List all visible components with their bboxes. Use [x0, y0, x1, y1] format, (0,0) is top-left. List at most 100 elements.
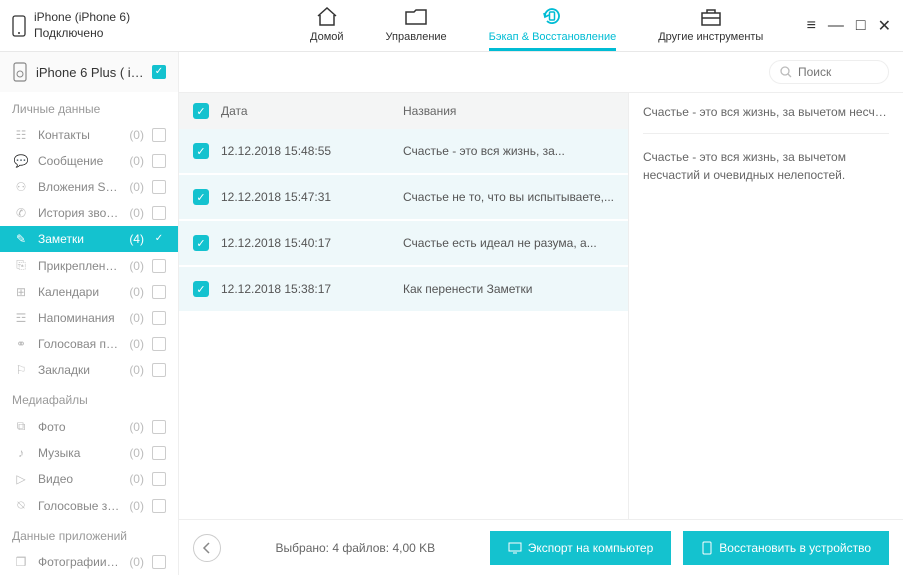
section-media: Медиафайлы — [0, 383, 178, 413]
checkbox[interactable] — [152, 285, 166, 299]
table-row[interactable]: 12.12.2018 15:48:55 Счастье - это вся жи… — [179, 129, 628, 175]
list-icon: ☲ — [12, 311, 30, 325]
row-checkbox[interactable] — [193, 281, 209, 297]
nav-home[interactable]: Домой — [310, 4, 344, 47]
search-icon — [780, 66, 792, 78]
column-title[interactable]: Названия — [403, 104, 614, 118]
phone-lock-icon — [12, 62, 28, 82]
folder-icon — [403, 4, 429, 28]
checkbox[interactable] — [152, 206, 166, 220]
checkbox[interactable] — [152, 154, 166, 168]
device-status: Подключено — [34, 26, 130, 42]
photo-icon: ⧉ — [12, 419, 30, 434]
menu-icon[interactable]: ≡ — [807, 17, 816, 35]
checkbox[interactable] — [152, 259, 166, 273]
sidebar-item-call-history[interactable]: ✆История звонков(0) — [0, 200, 178, 226]
row-checkbox[interactable] — [193, 143, 209, 159]
nav-tools[interactable]: Другие инструменты — [658, 4, 763, 47]
maximize-icon[interactable]: □ — [856, 17, 866, 35]
row-checkbox[interactable] — [193, 189, 209, 205]
sidebar-item-music[interactable]: ♪Музыка(0) — [0, 440, 178, 466]
checkbox[interactable] — [152, 420, 166, 434]
attachment-icon: ⚇ — [12, 180, 30, 194]
device-checkbox[interactable] — [152, 65, 166, 79]
message-icon: 💬 — [12, 154, 30, 168]
app-photo-icon: ❒ — [12, 555, 30, 569]
contact-icon: ☷ — [12, 128, 30, 142]
section-personal: Личные данные — [0, 92, 178, 122]
window-controls: ≡ — □ ✕ — [807, 16, 891, 36]
row-checkbox[interactable] — [193, 235, 209, 251]
sidebar-item-reminders[interactable]: ☲Напоминания(0) — [0, 305, 178, 331]
select-all-checkbox[interactable] — [193, 103, 209, 119]
export-button[interactable]: Экспорт на компьютер — [490, 531, 672, 565]
device-name: iPhone (iPhone 6) — [34, 10, 130, 26]
voicemail-icon: ⚭ — [12, 337, 30, 351]
selection-status: Выбрано: 4 файлов: 4,00 KB — [233, 541, 478, 555]
video-icon: ▷ — [12, 472, 30, 486]
phone-icon — [12, 15, 26, 37]
sidebar-item-voicemail[interactable]: ⚭Голосовая почта(0) — [0, 331, 178, 357]
close-icon[interactable]: ✕ — [878, 16, 891, 36]
sidebar-item-bookmarks[interactable]: ⚐Закладки(0) — [0, 357, 178, 383]
table-row[interactable]: 12.12.2018 15:47:31 Счастье не то, что в… — [179, 175, 628, 221]
titlebar: iPhone (iPhone 6) Подключено Домой Управ… — [0, 0, 903, 52]
sidebar-device-select[interactable]: iPhone 6 Plus ( iPhone... — [0, 52, 178, 92]
music-icon: ♪ — [12, 446, 30, 460]
chevron-left-icon — [202, 542, 212, 554]
checkbox[interactable] — [152, 472, 166, 486]
search-input[interactable] — [798, 65, 878, 79]
sidebar-item-app-photos[interactable]: ❒Фотографии прилож...(0) — [0, 549, 178, 575]
sidebar-item-calendars[interactable]: ⊞Календари(0) — [0, 279, 178, 305]
restore-icon — [539, 4, 565, 28]
bookmark-icon: ⚐ — [12, 363, 30, 377]
calendar-icon: ⊞ — [12, 285, 30, 299]
checkbox[interactable] — [152, 311, 166, 325]
paperclip-icon: ⎘ — [12, 258, 30, 273]
sidebar-item-messages[interactable]: 💬Сообщение(0) — [0, 148, 178, 174]
back-button[interactable] — [193, 534, 221, 562]
checkbox[interactable] — [152, 232, 166, 246]
home-icon — [314, 4, 340, 28]
sidebar-item-voice-memos[interactable]: ⍉Голосовые заметки(0) — [0, 492, 178, 519]
phone-icon: ✆ — [12, 206, 30, 220]
checkbox[interactable] — [152, 180, 166, 194]
search-box[interactable] — [769, 60, 889, 84]
notes-list: Дата Названия 12.12.2018 15:48:55 Счасть… — [179, 93, 628, 519]
section-appdata: Данные приложений — [0, 519, 178, 549]
sidebar-item-note-attachments[interactable]: ⎘Прикрепленные фай...(0) — [0, 252, 178, 279]
checkbox[interactable] — [152, 128, 166, 142]
toolbar — [179, 52, 903, 92]
main-nav: Домой Управление Бэкап & Восстановление … — [310, 4, 763, 47]
sidebar: iPhone 6 Plus ( iPhone... Личные данные … — [0, 52, 179, 575]
connected-device: iPhone (iPhone 6) Подключено — [12, 10, 252, 41]
nav-backup-restore[interactable]: Бэкап & Восстановление — [489, 4, 617, 51]
sidebar-item-notes[interactable]: ✎Заметки(4) — [0, 226, 178, 252]
sidebar-item-video[interactable]: ▷Видео(0) — [0, 466, 178, 492]
checkbox[interactable] — [152, 446, 166, 460]
mic-icon: ⍉ — [12, 498, 30, 513]
checkbox[interactable] — [152, 363, 166, 377]
sidebar-item-photos[interactable]: ⧉Фото(0) — [0, 413, 178, 440]
preview-title: Счастье - это вся жизнь, за вычетом несч… — [643, 105, 889, 134]
checkbox[interactable] — [152, 555, 166, 569]
table-row[interactable]: 12.12.2018 15:40:17 Счастье есть идеал н… — [179, 221, 628, 267]
device-icon — [701, 541, 713, 555]
nav-manage[interactable]: Управление — [386, 4, 447, 47]
footer: Выбрано: 4 файлов: 4,00 KB Экспорт на ко… — [179, 519, 903, 575]
list-header: Дата Названия — [179, 93, 628, 129]
restore-button[interactable]: Восстановить в устройство — [683, 531, 889, 565]
column-date[interactable]: Дата — [221, 104, 391, 118]
toolbox-icon — [698, 4, 724, 28]
monitor-icon — [508, 542, 522, 554]
sidebar-item-contacts[interactable]: ☷Контакты(0) — [0, 122, 178, 148]
note-icon: ✎ — [12, 232, 30, 246]
checkbox[interactable] — [152, 499, 166, 513]
preview-body: Счастье - это вся жизнь, за вычетом несч… — [643, 148, 889, 184]
table-row[interactable]: 12.12.2018 15:38:17 Как перенести Заметк… — [179, 267, 628, 313]
sidebar-item-sms-attachments[interactable]: ⚇Вложения SMS(0) — [0, 174, 178, 200]
minimize-icon[interactable]: — — [828, 17, 844, 35]
preview-pane: Счастье - это вся жизнь, за вычетом несч… — [628, 93, 903, 519]
main-area: Дата Названия 12.12.2018 15:48:55 Счасть… — [179, 52, 903, 575]
checkbox[interactable] — [152, 337, 166, 351]
